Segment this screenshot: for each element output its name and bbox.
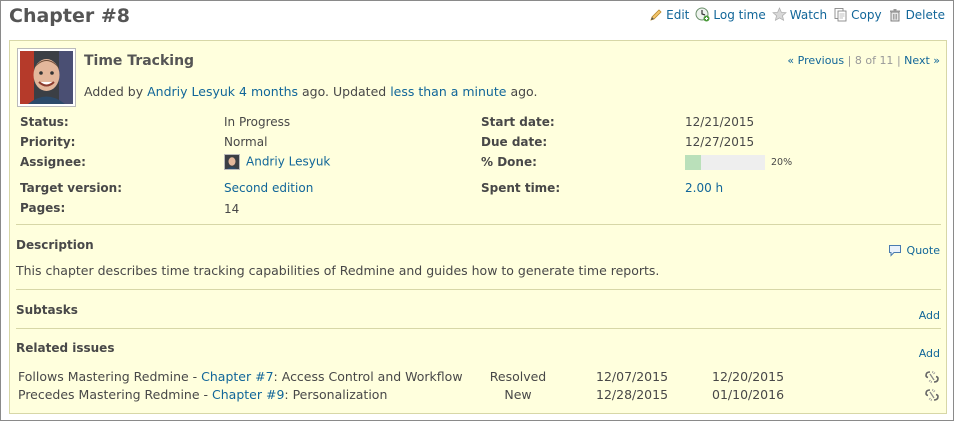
author-link[interactable]: Andriy Lesyuk — [147, 84, 235, 99]
pages-label: Pages: — [20, 201, 66, 215]
priority-value: Normal — [224, 135, 268, 149]
assignee-label: Assignee: — [20, 155, 86, 169]
divider — [16, 224, 941, 225]
issue-subject: Time Tracking — [84, 53, 195, 69]
related-issue-status: Resolved — [489, 369, 547, 384]
spent-time-label: Spent time: — [481, 181, 561, 195]
related-issue-link[interactable]: Chapter #9 — [212, 387, 284, 402]
relation-prefix: Follows Mastering Redmine - — [18, 369, 202, 384]
issue-position: 8 of 11 — [854, 54, 894, 67]
edit-button[interactable]: Edit — [648, 7, 689, 22]
star-icon — [771, 7, 787, 22]
assignee-link[interactable]: Andriy Lesyuk — [246, 155, 330, 169]
related-issue-due-date: 12/20/2015 — [712, 369, 785, 384]
previous-issue-link[interactable]: « Previous — [787, 54, 844, 67]
spent-time-link[interactable]: 2.00 h — [685, 181, 723, 195]
description-heading: Description — [16, 238, 94, 252]
related-issue-start-date: 12/07/2015 — [596, 369, 669, 384]
done-progress: 20% — [685, 155, 792, 170]
watch-button[interactable]: Watch — [771, 7, 828, 22]
added-by-text: Added by — [84, 84, 144, 99]
related-issue-description: Precedes Mastering Redmine - Chapter #9:… — [18, 387, 387, 402]
copy-label: Copy — [851, 7, 882, 22]
assignee-value: Andriy Lesyuk — [224, 154, 330, 170]
start-date-value: 12/21/2015 — [685, 115, 755, 129]
related-issue-due-date: 01/10/2016 — [712, 387, 785, 402]
description-text: This chapter describes time tracking cap… — [16, 263, 660, 278]
related-issue-description: Follows Mastering Redmine - Chapter #7: … — [18, 369, 463, 384]
target-version-link[interactable]: Second edition — [224, 181, 313, 195]
divider — [16, 328, 941, 329]
edit-label: Edit — [666, 7, 690, 22]
add-related-issue-link[interactable]: Add — [919, 347, 940, 360]
due-date-label: Due date: — [481, 135, 548, 149]
ago-updated-text: ago. Updated — [302, 84, 387, 99]
done-label: % Done: — [481, 155, 537, 169]
added-ago-link[interactable]: 4 months — [239, 84, 298, 99]
priority-label: Priority: — [20, 135, 76, 149]
status-label: Status: — [20, 115, 69, 129]
pages-value: 14 — [224, 202, 240, 216]
target-version-label: Target version: — [20, 181, 123, 195]
speech-bubble-icon — [888, 243, 903, 258]
subtasks-heading: Subtasks — [16, 303, 78, 317]
watch-label: Watch — [789, 7, 828, 22]
delete-button[interactable]: Delete — [888, 7, 945, 22]
related-issue-start-date: 12/28/2015 — [596, 387, 669, 402]
copy-button[interactable]: Copy — [833, 7, 882, 22]
clock-add-icon — [695, 7, 710, 22]
issue-navigation: « Previous | 8 of 11 | Next » — [787, 54, 940, 67]
author-line: Added by Andriy Lesyuk 4 months ago. Upd… — [84, 84, 537, 99]
related-issue-subject: : Personalization — [284, 387, 388, 402]
page-title: Chapter #8 — [9, 5, 130, 27]
updated-ago-link[interactable]: less than a minute — [390, 84, 506, 99]
pencil-icon — [648, 7, 663, 22]
author-avatar — [17, 48, 76, 107]
page-header: Chapter #8 Edit Log time Watch Copy Dele… — [1, 1, 953, 35]
assignee-avatar — [224, 154, 240, 170]
quote-button[interactable]: Quote — [888, 243, 940, 258]
quote-label: Quote — [906, 244, 940, 257]
related-issue-row: Follows Mastering Redmine - Chapter #7: … — [18, 369, 940, 386]
issue-details-box: Time Tracking « Previous | 8 of 11 | Nex… — [9, 40, 947, 414]
add-subtask-link[interactable]: Add — [919, 309, 940, 322]
nav-separator: | — [847, 54, 855, 67]
status-value: In Progress — [224, 115, 291, 129]
related-issue-row: Precedes Mastering Redmine - Chapter #9:… — [18, 387, 940, 404]
log-time-button[interactable]: Log time — [695, 7, 766, 22]
progress-fill — [685, 155, 701, 170]
related-issue-link[interactable]: Chapter #7 — [201, 369, 273, 384]
divider — [16, 289, 941, 290]
broken-link-icon[interactable] — [924, 387, 940, 403]
delete-label: Delete — [905, 7, 945, 22]
due-date-value: 12/27/2015 — [685, 135, 755, 149]
related-issues-heading: Related issues — [16, 341, 115, 355]
next-issue-link[interactable]: Next » — [904, 54, 940, 67]
progress-bar — [685, 155, 765, 170]
issue-actions: Edit Log time Watch Copy Delete — [648, 7, 945, 22]
broken-link-icon[interactable] — [924, 369, 940, 385]
avatar-image — [20, 51, 73, 104]
spent-time-value: 2.00 h — [685, 181, 723, 195]
related-issue-status: New — [504, 387, 532, 402]
ago-end-text: ago. — [510, 84, 538, 99]
start-date-label: Start date: — [481, 115, 555, 129]
progress-percent: 20% — [771, 157, 793, 168]
log-time-label: Log time — [713, 7, 766, 22]
trash-icon — [888, 7, 903, 22]
target-version-value: Second edition — [224, 181, 313, 195]
copy-icon — [833, 7, 848, 22]
related-issue-subject: : Access Control and Workflow — [273, 369, 463, 384]
relation-prefix: Precedes Mastering Redmine - — [18, 387, 213, 402]
